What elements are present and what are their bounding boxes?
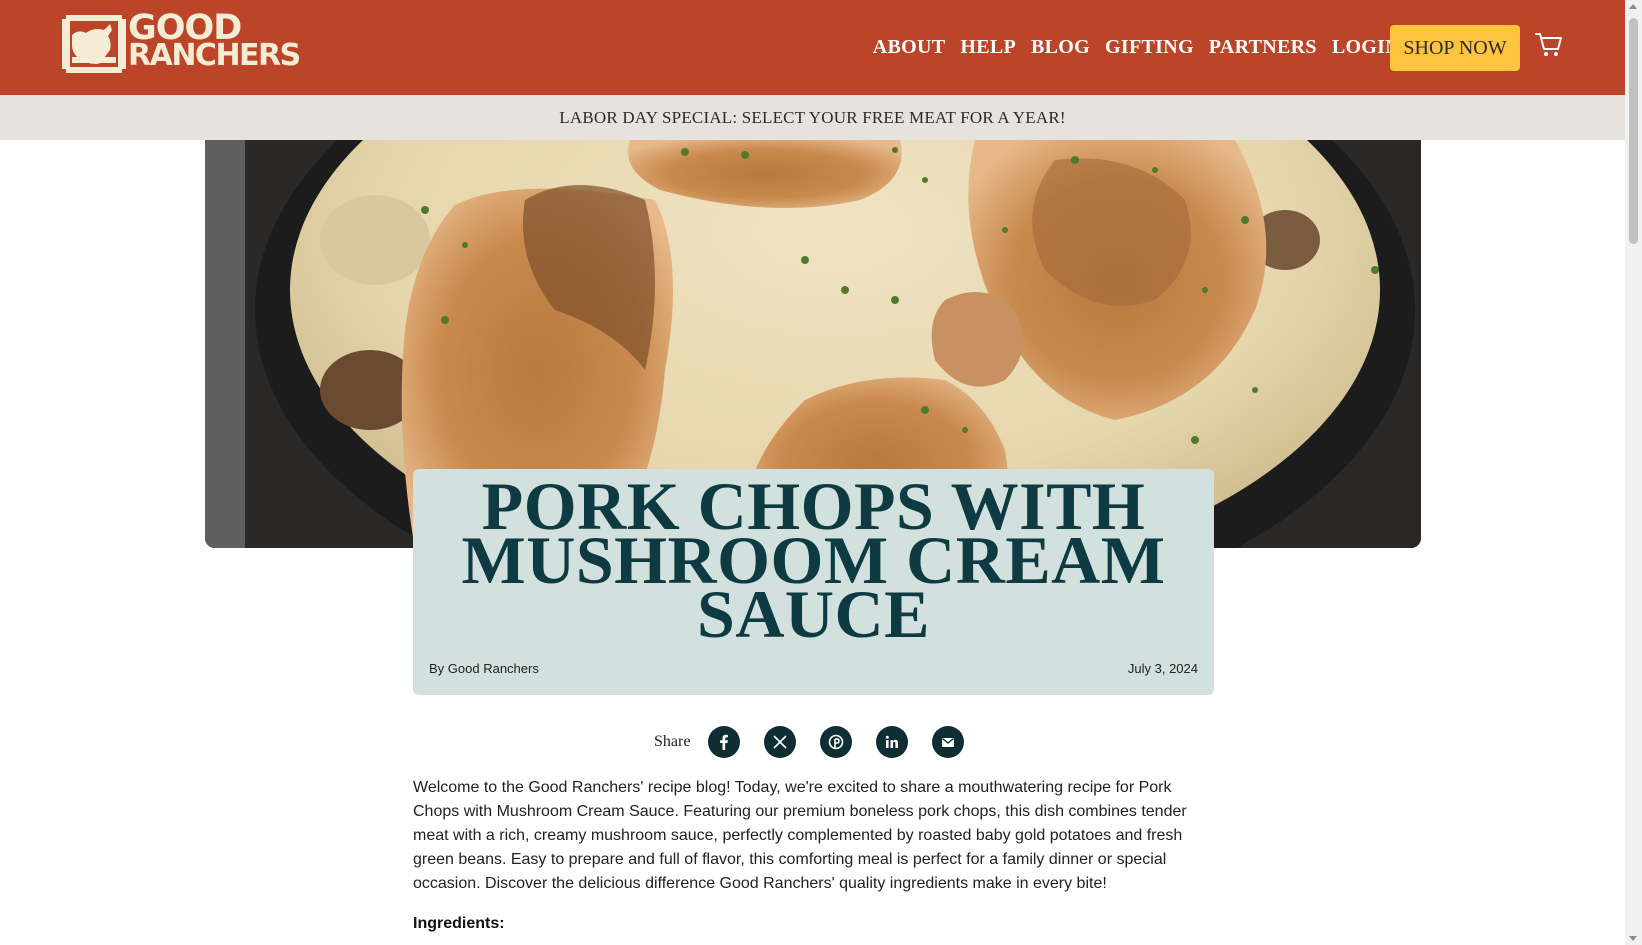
scroll-down-arrow-icon[interactable] <box>1629 936 1637 941</box>
nav-help[interactable]: HELP <box>960 36 1016 59</box>
promo-banner[interactable]: LABOR DAY SPECIAL: SELECT YOUR FREE MEAT… <box>0 95 1625 140</box>
article-title-card: PORK CHOPS WITH MUSHROOM CREAM SAUCE By … <box>413 469 1214 695</box>
main-nav: ABOUT HELP BLOG GIFTING PARTNERS LOGIN <box>873 36 1400 59</box>
page-scrollbar[interactable] <box>1625 0 1642 945</box>
good-ranchers-logo[interactable]: GOOD RANCHERS <box>62 11 301 75</box>
share-bar: Share <box>654 726 988 758</box>
shop-now-button[interactable]: SHOP NOW <box>1390 25 1520 71</box>
facebook-icon[interactable] <box>708 726 741 758</box>
nav-gifting[interactable]: GIFTING <box>1105 36 1194 59</box>
x-icon[interactable] <box>764 726 797 758</box>
cart-icon[interactable] <box>1534 29 1564 59</box>
share-label: Share <box>654 733 691 750</box>
pinterest-icon[interactable] <box>820 726 853 758</box>
article-intro: Welcome to the Good Ranchers' recipe blo… <box>413 779 1187 892</box>
site-header: GOOD RANCHERS ABOUT HELP BLOG GIFTING PA… <box>0 0 1625 95</box>
scroll-up-arrow-icon[interactable] <box>1629 4 1637 9</box>
email-icon[interactable] <box>932 726 965 758</box>
nav-partners[interactable]: PARTNERS <box>1209 36 1317 59</box>
article-byline: By Good Ranchers <box>429 661 539 676</box>
logo-line-ranchers: RANCHERS <box>128 38 301 73</box>
nav-about[interactable]: ABOUT <box>873 36 946 59</box>
article-date: July 3, 2024 <box>1127 661 1198 676</box>
nav-blog[interactable]: BLOG <box>1031 36 1090 59</box>
ingredients-heading: Ingredients: <box>413 915 505 932</box>
article-title: PORK CHOPS WITH MUSHROOM CREAM SAUCE <box>461 468 1166 652</box>
scroll-thumb[interactable] <box>1629 18 1638 244</box>
bull-badge-icon <box>62 15 126 73</box>
linkedin-icon[interactable] <box>876 726 909 758</box>
